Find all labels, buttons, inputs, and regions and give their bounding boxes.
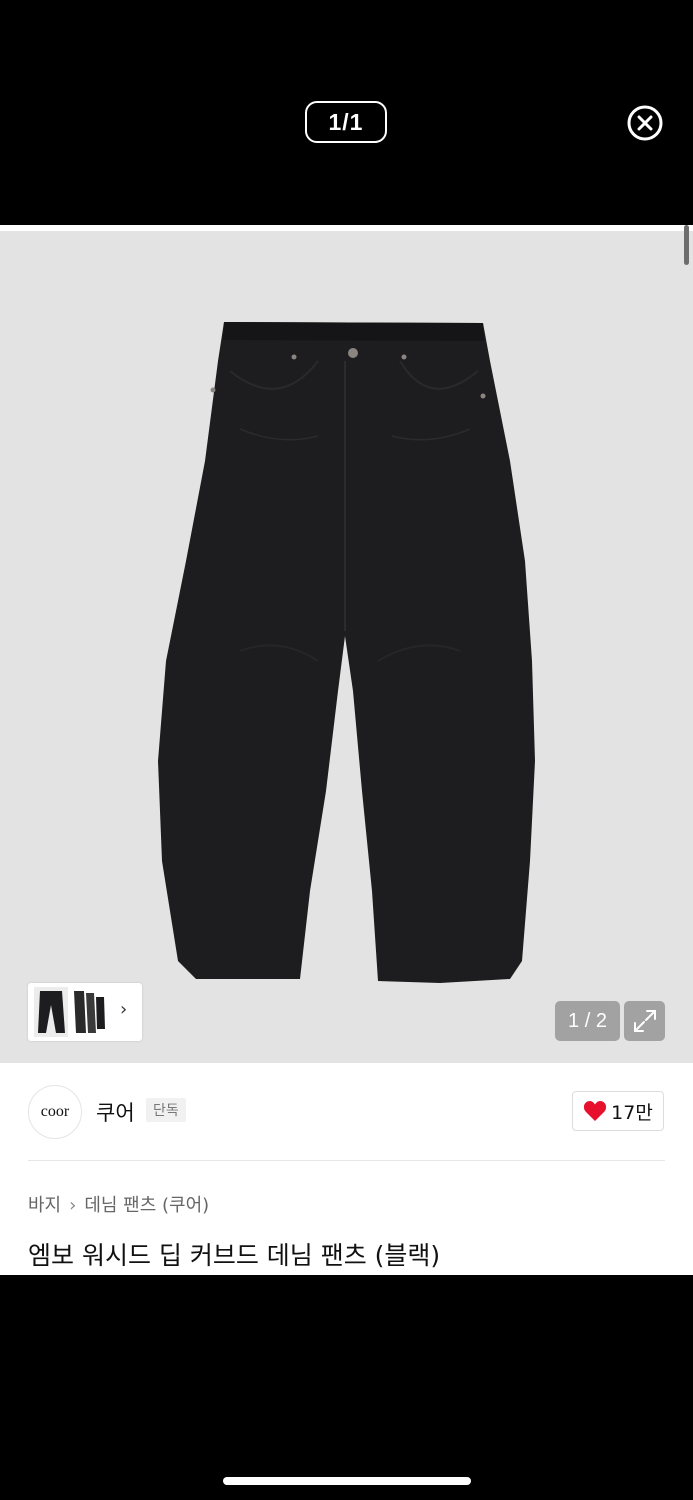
product-screen: › 1 / 2 coor 쿠어 단독 17만 바지 › 데님 팬츠 (쿠어) 엠보 …	[0, 225, 693, 1275]
breadcrumb-category[interactable]: 바지	[28, 1195, 61, 1216]
product-image[interactable]: › 1 / 2	[0, 231, 693, 1063]
product-title: 엠보 워시드 딥 커브드 데님 팬츠 (블랙)	[28, 1241, 441, 1270]
brand-name[interactable]: 쿠어	[96, 1097, 135, 1127]
expand-icon[interactable]	[632, 1008, 658, 1034]
chevron-right-icon: ›	[69, 1195, 77, 1216]
brand-row: coor 쿠어 단독 17만	[0, 1083, 693, 1143]
thumbnail-next-arrow[interactable]: ›	[120, 999, 127, 1020]
brand-logo-text: coor	[40, 1103, 70, 1120]
like-count: 17만	[611, 1101, 653, 1124]
thumbnail-strip[interactable]: ›	[28, 983, 142, 1041]
like-button[interactable]: 17만	[572, 1091, 664, 1131]
close-circle-icon[interactable]	[626, 104, 664, 142]
viewer-page-counter: 1/1	[305, 101, 387, 143]
exclusive-badge: 단독	[146, 1098, 186, 1122]
home-indicator[interactable]	[223, 1477, 471, 1485]
divider	[28, 1160, 665, 1161]
close-button[interactable]	[626, 104, 664, 142]
heart-icon	[584, 1101, 607, 1121]
breadcrumb-subcategory[interactable]: 데님 팬츠 (쿠어)	[84, 1195, 209, 1216]
scroll-indicator[interactable]	[684, 225, 689, 265]
viewer-top-bar: 1/1	[0, 0, 693, 225]
image-counter: 1 / 2	[555, 1001, 620, 1041]
breadcrumb: 바지 › 데님 팬츠 (쿠어)	[28, 1191, 209, 1217]
expand-button[interactable]	[624, 1001, 665, 1041]
brand-logo[interactable]: coor	[28, 1085, 82, 1139]
pants-illustration	[158, 322, 535, 983]
thumbnail-images[interactable]	[28, 983, 118, 1041]
